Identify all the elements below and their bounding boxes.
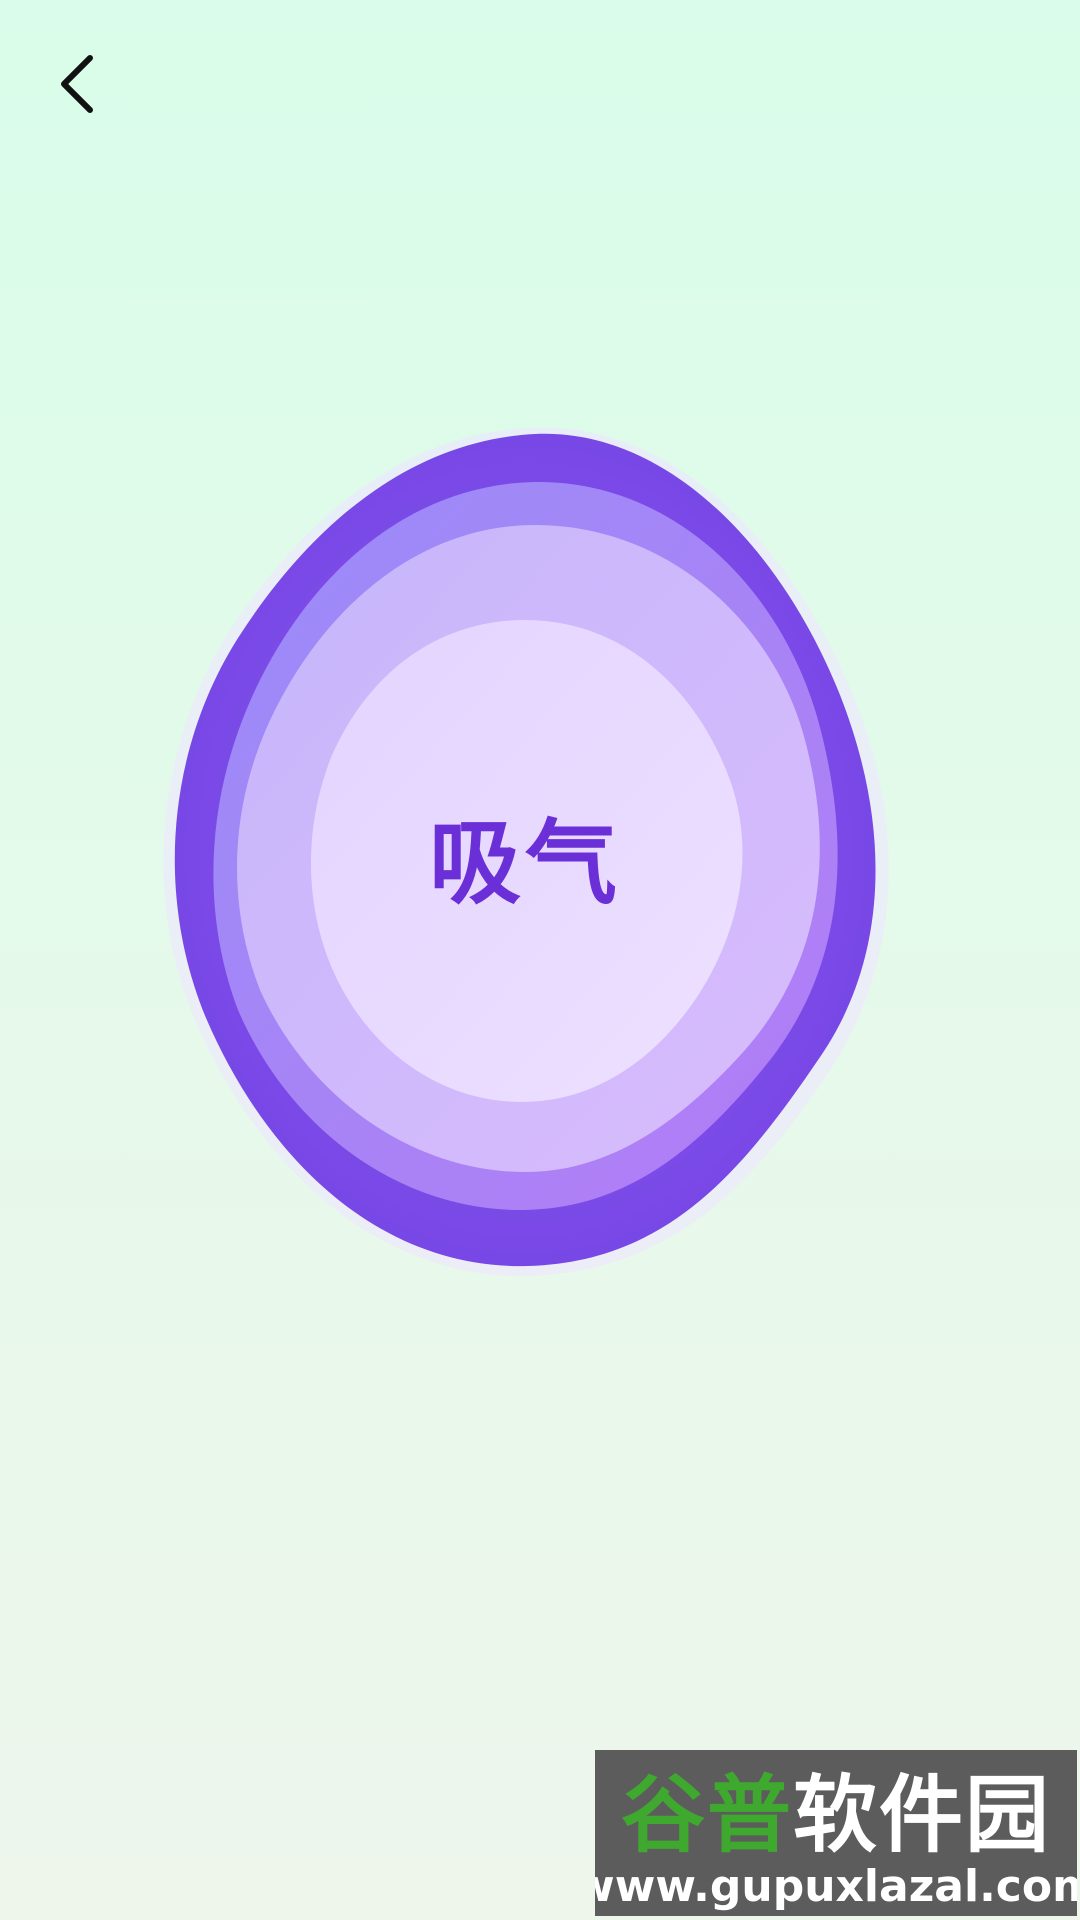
breathing-instruction: 吸气: [428, 809, 621, 917]
breathing-orb: 吸气: [150, 410, 930, 1290]
watermark-url: www.gupuxlazal.com: [595, 1860, 1077, 1912]
watermark-title-part1: 谷普: [620, 1765, 793, 1864]
chevron-left-icon: [61, 55, 93, 113]
watermark: 谷普 软件园 www.gupuxlazal.com: [595, 1750, 1077, 1916]
watermark-title: 谷普 软件园: [603, 1758, 1069, 1864]
watermark-title-part2: 软件园: [793, 1765, 1052, 1864]
back-button[interactable]: [40, 40, 112, 128]
